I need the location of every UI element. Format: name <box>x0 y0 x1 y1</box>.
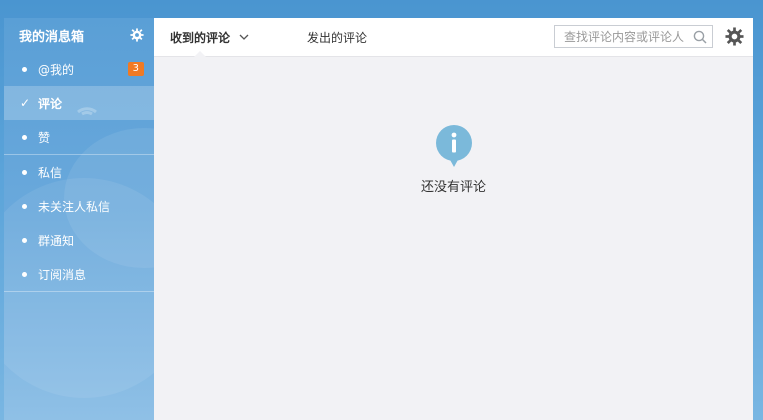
sidebar-item-private-messages[interactable]: 私信 <box>4 155 154 189</box>
sidebar-item-label: 群通知 <box>38 233 75 248</box>
sidebar-item-stranger-messages[interactable]: 未关注人私信 <box>4 189 154 223</box>
tab-label: 收到的评论 <box>170 30 231 45</box>
chevron-down-icon[interactable] <box>239 34 249 40</box>
bullet-icon <box>22 203 27 209</box>
sidebar-item-mentions[interactable]: @我的 3 <box>4 52 154 86</box>
bullet-icon <box>22 66 27 72</box>
search-icon[interactable] <box>693 30 707 44</box>
sidebar: 我的消息箱 @我的 3 ✓ 评论 赞 私信 未关注人私信 群通知 订阅消息 <box>4 18 154 420</box>
info-icon <box>435 125 472 167</box>
tab-label: 发出的评论 <box>307 30 368 45</box>
sidebar-item-label: 未关注人私信 <box>38 199 111 214</box>
tab-sent-comments[interactable]: 发出的评论 <box>307 18 367 56</box>
unread-count-badge: 3 <box>127 62 144 76</box>
sidebar-title: 我的消息箱 <box>19 29 85 45</box>
sidebar-item-label: 评论 <box>38 96 63 111</box>
bullet-icon <box>22 169 27 175</box>
comment-search-box <box>554 25 713 48</box>
sidebar-item-group-notices[interactable]: 群通知 <box>4 223 154 257</box>
bullet-icon <box>22 271 27 277</box>
search-input[interactable] <box>555 28 696 45</box>
bullet-icon <box>22 237 27 243</box>
sidebar-item-subscriptions[interactable]: 订阅消息 <box>4 257 154 292</box>
sidebar-item-label: @我的 <box>38 62 75 77</box>
empty-message: 还没有评论 <box>420 180 486 195</box>
comment-tabs-bar: 收到的评论 发出的评论 <box>154 18 753 57</box>
checkmark-icon: ✓ <box>20 96 31 110</box>
empty-state: 还没有评论 <box>154 124 753 195</box>
sidebar-item-label: 私信 <box>38 165 63 180</box>
sidebar-item-comments[interactable]: ✓ 评论 <box>4 86 154 120</box>
tab-received-comments[interactable]: 收到的评论 <box>154 18 249 57</box>
sidebar-item-likes[interactable]: 赞 <box>4 120 154 155</box>
wifi-decoration-icon <box>77 107 97 116</box>
sidebar-item-label: 赞 <box>38 130 51 145</box>
active-tab-pointer <box>194 51 206 57</box>
sidebar-header: 我的消息箱 <box>4 18 154 52</box>
main-panel: 收到的评论 发出的评论 查找评论内容或评论人 还没有评论 <box>154 18 753 420</box>
sidebar-settings-icon[interactable] <box>130 28 144 42</box>
bullet-icon <box>22 134 27 140</box>
settings-gear-icon[interactable] <box>725 27 744 46</box>
sidebar-item-label: 订阅消息 <box>38 267 87 282</box>
